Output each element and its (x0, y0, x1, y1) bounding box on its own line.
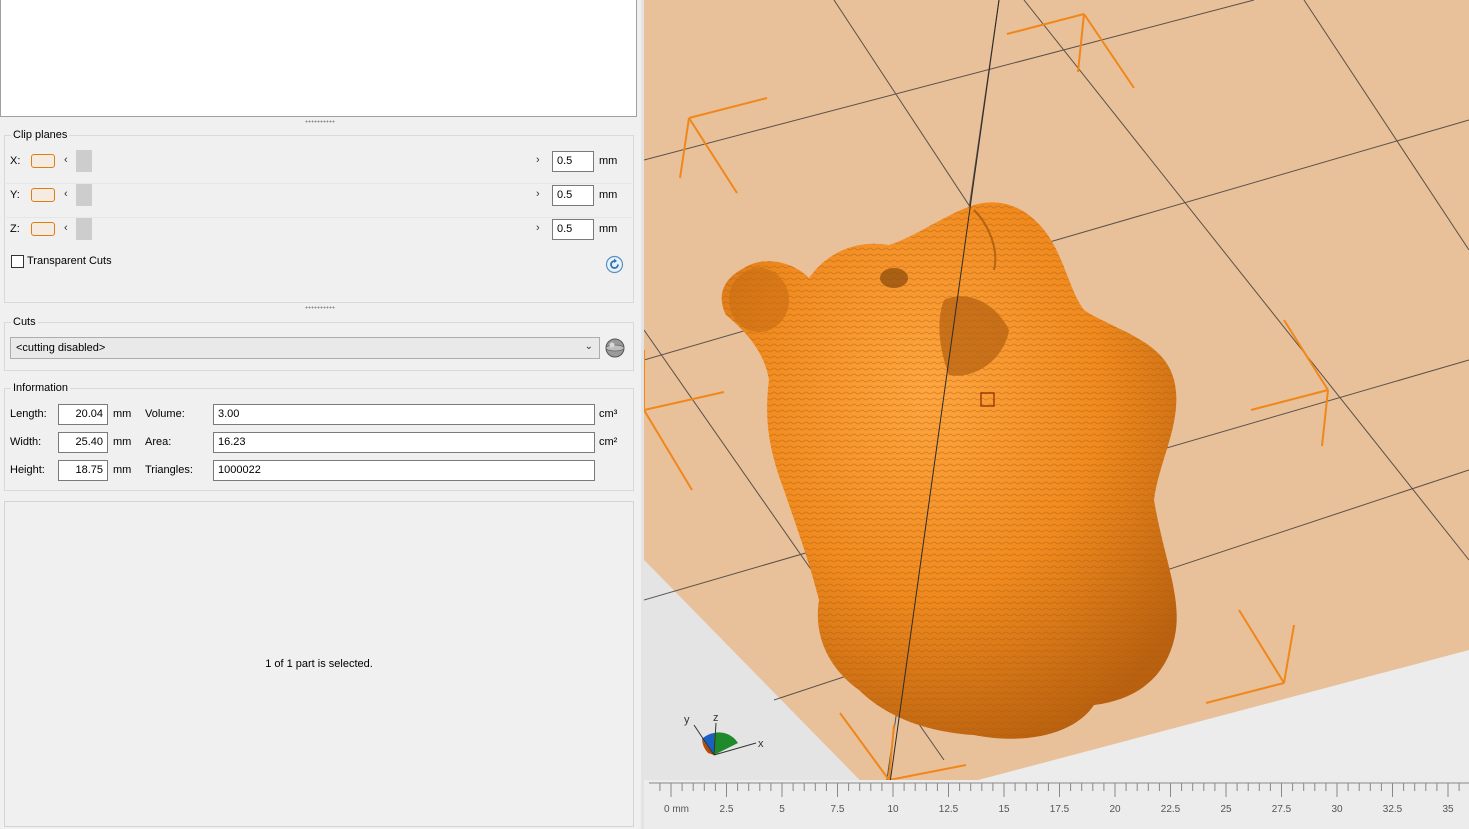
left-panel: Clip planes X: ‹ › 0.5 mm Y: ‹ › 0.5 mm … (0, 0, 641, 829)
clip-x-slider[interactable] (76, 150, 92, 172)
clip-y-toggle[interactable] (31, 188, 55, 202)
triangles-value: 1000022 (213, 460, 595, 481)
clip-x-left-arrow[interactable]: ‹ (64, 154, 68, 166)
width-unit: mm (113, 436, 132, 448)
splitter-grip[interactable] (305, 120, 335, 123)
height-label: Height: (10, 464, 45, 476)
cuts-title: Cuts (11, 316, 38, 328)
clip-y-value[interactable]: 0.5 (552, 185, 594, 206)
clip-planes-title: Clip planes (11, 129, 70, 141)
clip-y-right-arrow[interactable]: › (536, 188, 540, 200)
height-value: 18.75 (58, 460, 108, 481)
width-value: 25.40 (58, 432, 108, 453)
clip-z-unit: mm (599, 223, 618, 235)
axis-z-label: z (713, 712, 719, 724)
divider (6, 183, 632, 184)
axis-y-label: y (684, 714, 690, 726)
cut-tool-icon[interactable] (603, 336, 627, 360)
clip-x-label: X: (10, 155, 21, 167)
scene-canvas[interactable]: x y z 0 mm 2.5 5 7.5 10 12.5 15 17.5 20 22.5 25 27.… (644, 0, 1469, 829)
clip-x-unit: mm (599, 155, 618, 167)
volume-unit: cm³ (599, 408, 618, 420)
ruler-label: 32.5 (1383, 804, 1403, 815)
ruler-label: 15 (998, 804, 1010, 815)
ruler-label: 25 (1220, 804, 1232, 815)
clip-z-slider[interactable] (76, 218, 92, 240)
ruler-label: 7.5 (831, 804, 845, 815)
clip-y-unit: mm (599, 189, 618, 201)
divider (6, 217, 632, 218)
ruler-label: 10 (887, 804, 899, 815)
ruler-label: 30 (1331, 804, 1343, 815)
transparent-cuts-checkbox[interactable] (11, 255, 24, 268)
clip-x-right-arrow[interactable]: › (536, 154, 540, 166)
ruler-label: 20 (1109, 804, 1121, 815)
clip-x-value[interactable]: 0.5 (552, 151, 594, 172)
ruler-label: 12.5 (939, 804, 959, 815)
ruler-label: 35 (1442, 804, 1454, 815)
clip-z-label: Z: (10, 223, 20, 235)
ruler-label: 22.5 (1161, 804, 1181, 815)
width-label: Width: (10, 436, 42, 448)
clip-z-left-arrow[interactable]: ‹ (64, 222, 68, 234)
parts-list[interactable] (0, 0, 637, 117)
length-label: Length: (10, 408, 47, 420)
height-unit: mm (113, 464, 132, 476)
selection-status: 1 of 1 part is selected. (265, 658, 373, 670)
ruler-label: 5 (779, 804, 785, 815)
reset-icon[interactable] (605, 255, 624, 274)
information-title: Information (11, 382, 71, 394)
splitter-grip[interactable] (305, 306, 335, 309)
ruler-label: 17.5 (1050, 804, 1070, 815)
length-unit: mm (113, 408, 132, 420)
ruler-label: 0 mm (664, 804, 689, 815)
area-value: 16.23 (213, 432, 595, 453)
length-value: 20.04 (58, 404, 108, 425)
volume-label: Volume: (145, 408, 185, 420)
clip-y-slider[interactable] (76, 184, 92, 206)
clip-z-right-arrow[interactable]: › (536, 222, 540, 234)
area-unit: cm² (599, 436, 618, 448)
status-panel: 1 of 1 part is selected. (4, 501, 634, 827)
clip-x-toggle[interactable] (31, 154, 55, 168)
cuts-dropdown-value: <cutting disabled> (16, 342, 106, 354)
ruler: 0 mm 2.5 5 7.5 10 12.5 15 17.5 20 22.5 25 27.5 30 32.… (644, 780, 1469, 829)
area-label: Area: (145, 436, 172, 448)
cuts-dropdown[interactable]: <cutting disabled> ⌄ (10, 337, 600, 359)
triangles-label: Triangles: (145, 464, 193, 476)
3d-viewport[interactable]: x y z 0 mm 2.5 5 7.5 10 12.5 15 17.5 20 22.5 25 27.… (644, 0, 1469, 829)
axis-x-label: x (758, 738, 764, 750)
volume-value: 3.00 (213, 404, 595, 425)
clip-y-label: Y: (10, 189, 20, 201)
ruler-label: 2.5 (720, 804, 734, 815)
transparent-cuts-label: Transparent Cuts (27, 255, 112, 267)
clip-z-toggle[interactable] (31, 222, 55, 236)
chevron-down-icon: ⌄ (584, 341, 593, 352)
ruler-label: 27.5 (1272, 804, 1292, 815)
clip-z-value[interactable]: 0.5 (552, 219, 594, 240)
clip-y-left-arrow[interactable]: ‹ (64, 188, 68, 200)
